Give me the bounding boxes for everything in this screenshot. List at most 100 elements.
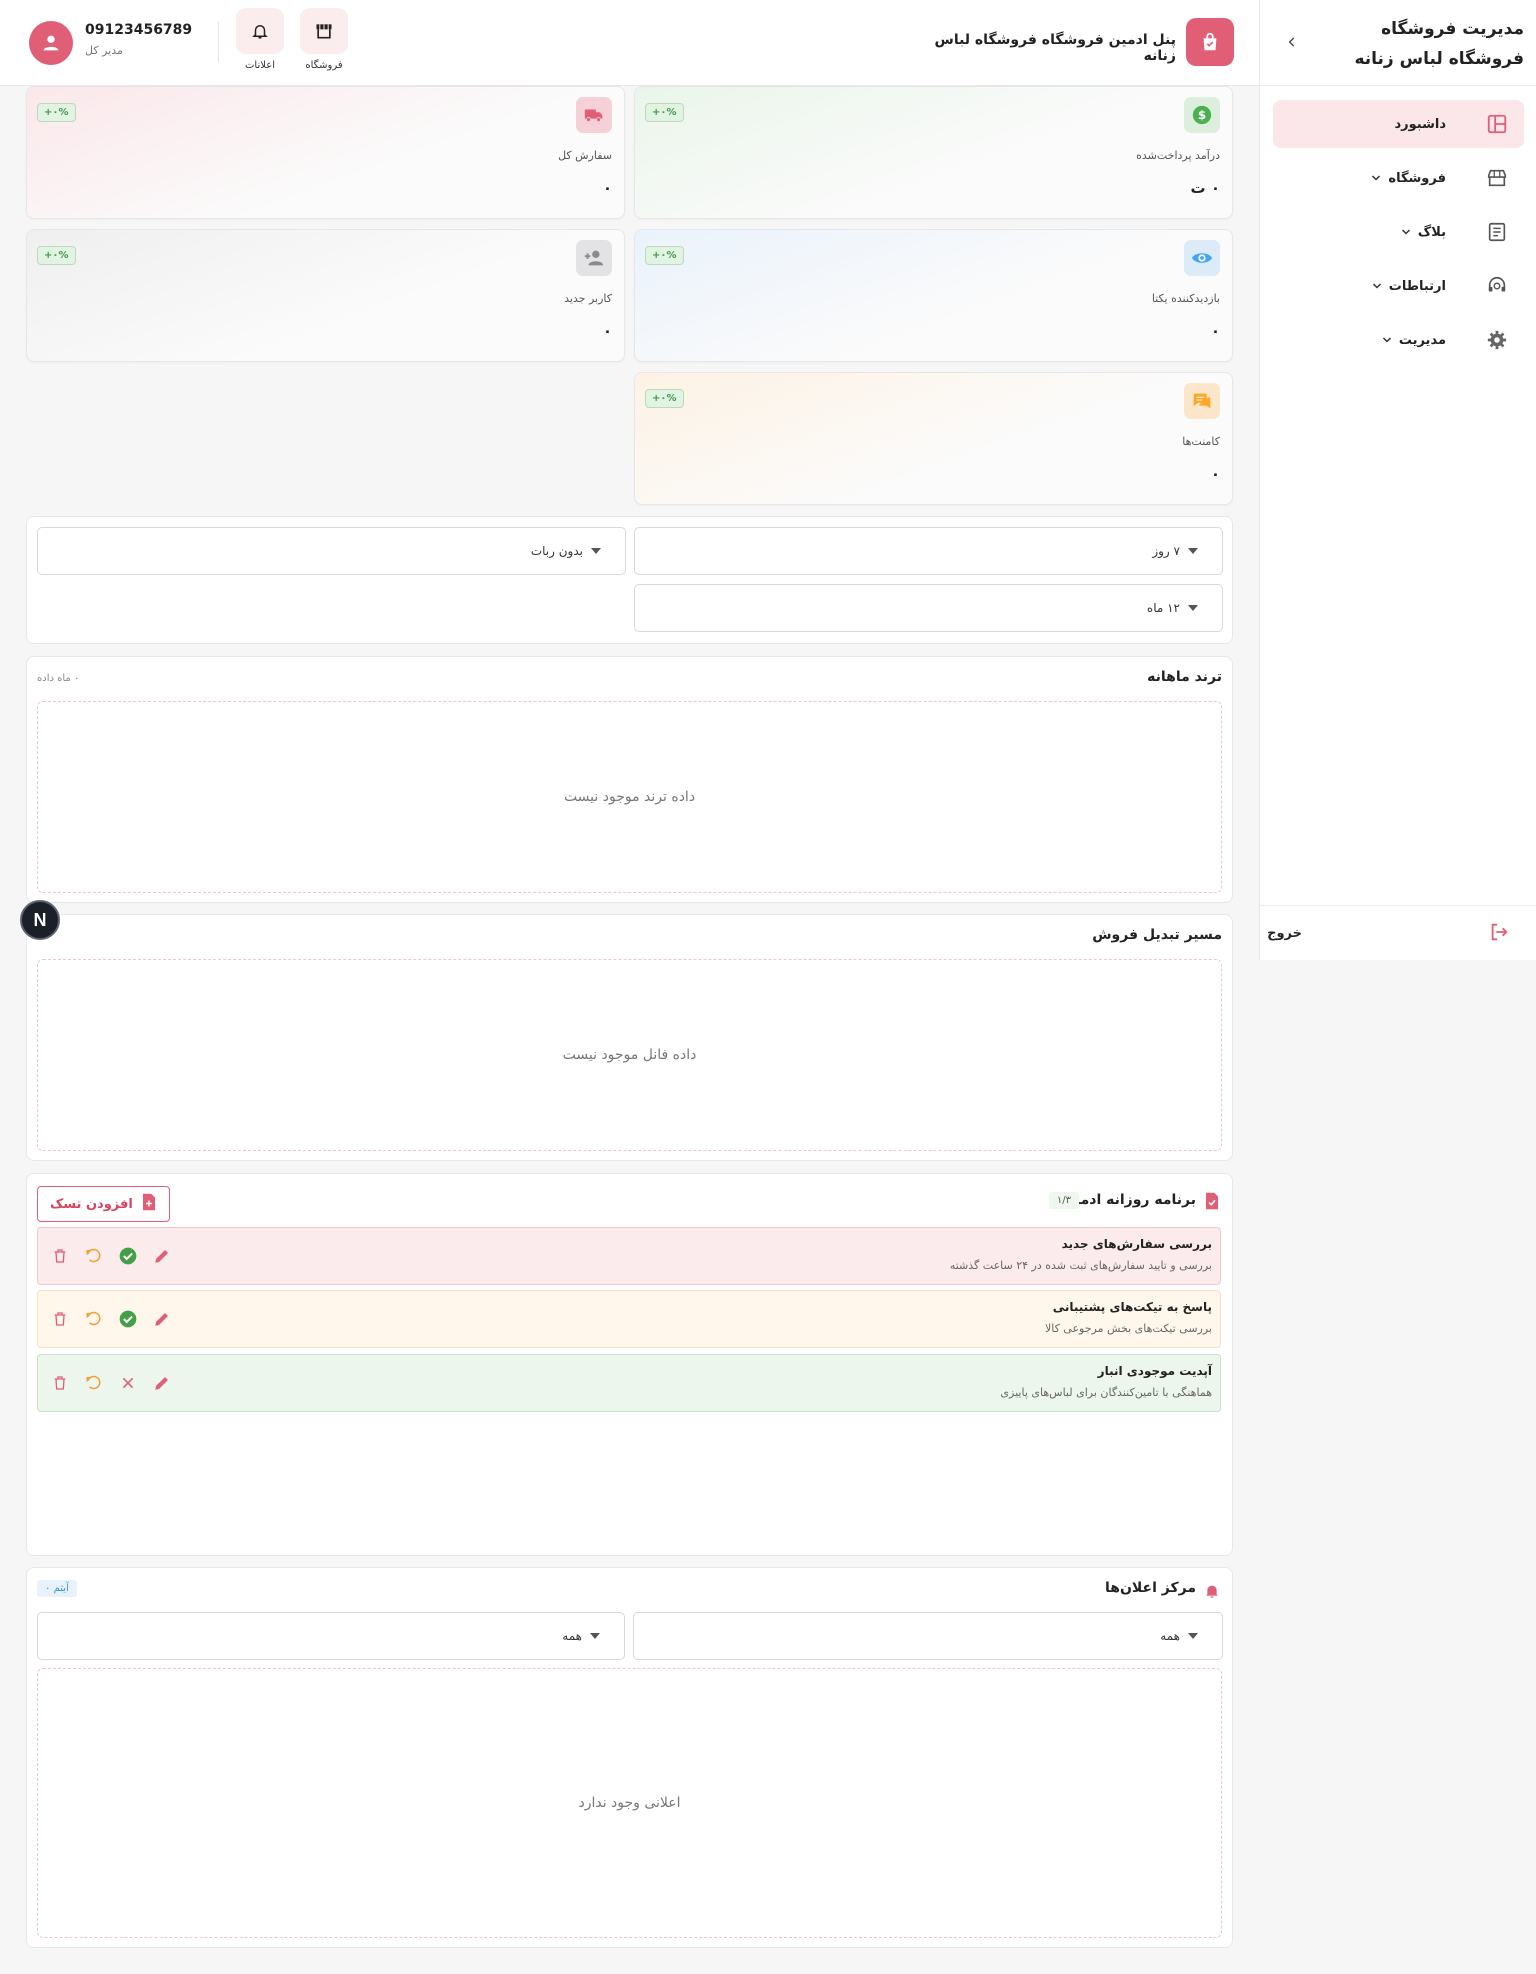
truck-icon: [576, 97, 612, 133]
sidebar-item-label: فروشگاه: [1388, 170, 1446, 186]
store-icon: [1484, 165, 1510, 191]
edit-icon[interactable]: [152, 1373, 172, 1393]
task-title: آپدیت موجودی انبار: [1097, 1364, 1212, 1378]
add-task-label: افزودن تسک: [50, 1196, 133, 1212]
sidebar-item-label: بلاگ: [1417, 224, 1446, 240]
task-actions: [50, 1373, 172, 1393]
chevron-down-icon: [1371, 280, 1383, 292]
svg-text:$: $: [1198, 108, 1206, 122]
notification-type-value: همه: [1160, 1629, 1180, 1643]
sidebar-item-store[interactable]: فروشگاه: [1273, 154, 1524, 202]
task-actions: [50, 1246, 172, 1266]
delete-icon[interactable]: [50, 1309, 70, 1329]
stat-change-badge: +۰%: [37, 246, 76, 265]
add-user-icon: [576, 240, 612, 276]
delete-icon[interactable]: [50, 1246, 70, 1266]
edit-icon[interactable]: [152, 1309, 172, 1329]
daily-tasks-panel: برنامه روزانه ادمین ۱/۳ افزودن تسک بررسی…: [26, 1173, 1233, 1556]
article-icon: [1484, 219, 1510, 245]
sidebar-item-blog[interactable]: بلاگ: [1273, 208, 1524, 256]
dashboard-icon: [1484, 111, 1510, 137]
period-select-value: ۷ روز: [1152, 544, 1180, 558]
sales-funnel-panel: مسیر تبدیل فروش داده فانل موجود نیست: [26, 914, 1233, 1161]
notification-status-select[interactable]: همه: [37, 1612, 625, 1660]
stat-card-revenue: $ +۰% درآمد پرداخت‌شده ۰ ت: [634, 86, 1233, 219]
store-shortcut-label: فروشگاه: [305, 60, 343, 71]
stat-value: ۰: [1210, 465, 1220, 483]
collapse-sidebar-button[interactable]: [1280, 30, 1304, 54]
notification-status-value: همه: [562, 1629, 582, 1643]
sidebar-item-management[interactable]: مدیریت: [1273, 316, 1524, 364]
edit-icon[interactable]: [152, 1246, 172, 1266]
chevron-left-icon: [1288, 37, 1295, 47]
stat-value: ۰: [602, 322, 612, 340]
user-role: مدیر کل: [85, 44, 123, 57]
logout-icon: [1488, 921, 1510, 947]
stat-value: ۰ ت: [1190, 179, 1220, 197]
dev-tools-button[interactable]: N: [20, 900, 60, 940]
add-document-icon: [141, 1193, 157, 1215]
avatar[interactable]: [29, 21, 73, 65]
dropdown-arrow-icon: [1188, 605, 1198, 611]
dropdown-arrow-icon: [1188, 1633, 1198, 1639]
task-actions: [50, 1309, 172, 1329]
chevron-down-icon: [1400, 226, 1412, 238]
trend-empty-state: داده ترند موجود نیست: [37, 701, 1222, 893]
comments-icon: [1184, 383, 1220, 419]
panel-title: برنامه روزانه ادمین: [1062, 1192, 1196, 1208]
logout-label: خروج: [1267, 926, 1302, 941]
brand-title: مدیریت فروشگاه فروشگاه لباس زنانه: [1354, 19, 1524, 69]
stat-change-badge: +۰%: [645, 389, 684, 408]
stat-value: ۰: [1210, 322, 1220, 340]
delete-icon[interactable]: [50, 1373, 70, 1393]
sidebar-header: مدیریت فروشگاه فروشگاه لباس زنانه: [1260, 0, 1536, 86]
stat-change-badge: +۰%: [645, 103, 684, 122]
undo-icon[interactable]: [84, 1309, 104, 1329]
stat-value: ۰: [602, 179, 612, 197]
check-circle-icon[interactable]: [118, 1309, 138, 1329]
notifications-label: اعلانات: [245, 60, 275, 71]
user-icon: [43, 35, 59, 51]
filters-panel: ۷ روز بدون ربات ۱۲ ماه: [26, 516, 1233, 644]
dropdown-arrow-icon: [1188, 548, 1198, 554]
sidebar-item-label: ارتباطات: [1388, 278, 1446, 294]
stat-change-badge: +۰%: [645, 246, 684, 265]
close-icon[interactable]: [118, 1373, 138, 1393]
page-title: پنل ادمین فروشگاه فروشگاه لباس زنانه: [934, 32, 1177, 64]
store-shortcut-button[interactable]: فروشگاه: [299, 8, 349, 71]
panel-title: مسیر تبدیل فروش: [1092, 927, 1222, 943]
sidebar-item-label: داشبورد: [1394, 116, 1446, 132]
task-title: پاسخ به تیکت‌های پشتیبانی: [1052, 1300, 1212, 1314]
sidebar-item-dashboard[interactable]: داشبورد: [1273, 100, 1524, 148]
bot-filter-select[interactable]: بدون ربات: [37, 527, 626, 575]
eye-icon: [1184, 240, 1220, 276]
task-item: پاسخ به تیکت‌های پشتیبانی بررسی تیکت‌های…: [37, 1290, 1221, 1348]
support-agent-icon: [1484, 273, 1510, 299]
dollar-icon: $: [1184, 97, 1220, 133]
header-divider: [218, 22, 219, 62]
notifications-button[interactable]: اعلانات: [235, 8, 285, 71]
sidebar-item-label: مدیریت: [1398, 332, 1446, 348]
monthly-trend-panel: ترند ماهانه ۰ ماه داده داده ترند موجود ن…: [26, 656, 1233, 903]
logout-button[interactable]: خروج: [1259, 905, 1536, 961]
stat-card-visitors: +۰% بازدیدکننده یکتا ۰: [634, 229, 1233, 362]
task-count-badge: ۱/۳: [1048, 1192, 1079, 1209]
store-icon: [300, 8, 348, 54]
stat-label: کاربر جدید: [564, 292, 612, 305]
add-task-button[interactable]: افزودن تسک: [37, 1186, 170, 1222]
stat-label: درآمد پرداخت‌شده: [1136, 149, 1220, 162]
period-select[interactable]: ۷ روز: [634, 527, 1223, 575]
chevron-down-icon: [1381, 334, 1393, 346]
undo-icon[interactable]: [84, 1246, 104, 1266]
stat-label: سفارش کل: [558, 149, 612, 162]
undo-icon[interactable]: [84, 1373, 104, 1393]
range-select[interactable]: ۱۲ ماه: [634, 584, 1223, 632]
check-circle-icon[interactable]: [118, 1246, 138, 1266]
notification-type-select[interactable]: همه: [633, 1612, 1223, 1660]
panel-title: ترند ماهانه: [1147, 669, 1222, 685]
dropdown-arrow-icon: [590, 1633, 600, 1639]
top-header: پنل ادمین فروشگاه فروشگاه لباس زنانه فرو…: [0, 0, 1259, 86]
sidebar: مدیریت فروشگاه فروشگاه لباس زنانه داشبور…: [1259, 0, 1536, 960]
sidebar-item-communications[interactable]: ارتباطات: [1273, 262, 1524, 310]
task-description: بررسی تیکت‌های بخش مرجوعی کالا: [1044, 1322, 1212, 1335]
